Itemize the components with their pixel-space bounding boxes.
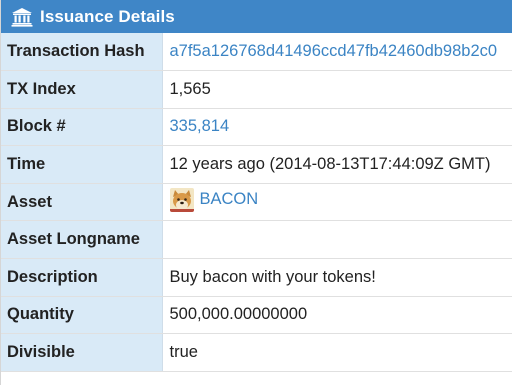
details-table: Transaction Hash a7f5a126768d41496ccd47f… bbox=[1, 33, 512, 372]
row-value-divisible: true bbox=[162, 333, 512, 372]
row-label-block: Block # bbox=[1, 108, 163, 147]
row-label-divisible: Divisible bbox=[1, 333, 163, 372]
block-link[interactable]: 335,814 bbox=[170, 117, 230, 135]
row-label-transaction-hash: Transaction Hash bbox=[1, 33, 163, 72]
row-value-transaction-hash: a7f5a126768d41496ccd47fb42460db98b2c0 bbox=[162, 33, 512, 72]
asset-entry: BACON bbox=[169, 187, 259, 212]
table-row: Transaction Hash a7f5a126768d41496ccd47f… bbox=[1, 33, 512, 72]
panel-header: Issuance Details bbox=[1, 0, 512, 33]
doge-icon bbox=[169, 187, 194, 212]
panel-title: Issuance Details bbox=[40, 6, 175, 26]
row-value-asset-longname bbox=[162, 220, 512, 260]
row-value-quantity: 500,000.00000000 bbox=[162, 296, 512, 335]
table-row: TX Index 1,565 bbox=[1, 70, 512, 109]
table-row: Quantity 500,000.00000000 bbox=[1, 296, 512, 335]
row-value-description: Buy bacon with your tokens! bbox=[162, 258, 512, 297]
table-row: Block # 335,814 bbox=[1, 108, 512, 147]
bank-icon bbox=[11, 7, 33, 27]
row-value-asset: BACON bbox=[162, 183, 512, 222]
table-row: Asset BACON bbox=[1, 183, 512, 222]
table-row: Divisible true bbox=[1, 333, 512, 372]
table-row: Asset Longname bbox=[1, 220, 512, 260]
row-label-asset-longname: Asset Longname bbox=[1, 220, 163, 260]
row-label-quantity: Quantity bbox=[1, 296, 163, 335]
row-value-block: 335,814 bbox=[162, 108, 512, 147]
row-label-tx-index: TX Index bbox=[1, 70, 163, 109]
table-row: Time 12 years ago (2014-08-13T17:44:09Z … bbox=[1, 145, 512, 184]
issuance-details-panel: Issuance Details Transaction Hash a7f5a1… bbox=[0, 0, 512, 385]
row-value-time: 12 years ago (2014-08-13T17:44:09Z GMT) bbox=[162, 145, 512, 184]
table-row: Description Buy bacon with your tokens! bbox=[1, 258, 512, 297]
asset-link[interactable]: BACON bbox=[200, 190, 259, 209]
transaction-hash-link[interactable]: a7f5a126768d41496ccd47fb42460db98b2c0 bbox=[170, 42, 498, 60]
row-label-description: Description bbox=[1, 258, 163, 297]
row-value-tx-index: 1,565 bbox=[162, 70, 512, 109]
row-label-time: Time bbox=[1, 145, 163, 184]
row-label-asset: Asset bbox=[1, 183, 163, 222]
